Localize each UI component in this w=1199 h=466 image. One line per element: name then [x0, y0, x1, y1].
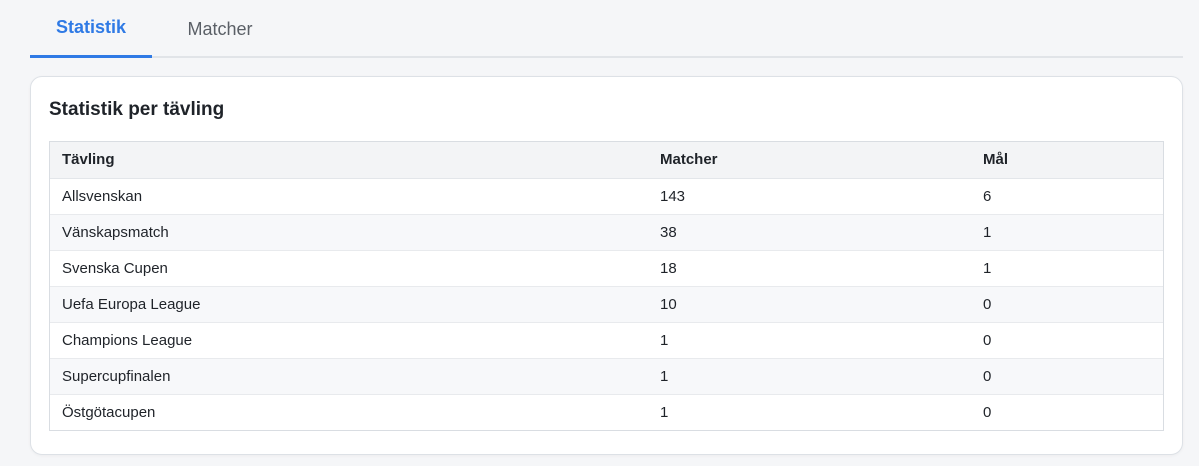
cell-matches: 143: [660, 187, 686, 205]
cell-goals: 0: [983, 403, 992, 421]
cell-matches: 18: [660, 259, 677, 277]
cell-competition: Svenska Cupen: [62, 259, 168, 277]
cell-competition: Vänskapsmatch: [62, 223, 169, 241]
cell-matches: 1: [660, 367, 669, 385]
cell-competition: Supercupfinalen: [62, 367, 171, 385]
cell-goals: 6: [983, 187, 992, 205]
table-row: Allsvenskan 143 6: [50, 178, 1163, 214]
header-matcher: Matcher: [648, 142, 971, 179]
page: Statistik Matcher Statistik per tävling …: [0, 0, 1199, 466]
cell-matches: 10: [660, 295, 677, 313]
table-header-row: Tävling Matcher Mål: [50, 142, 1163, 179]
cell-competition: Champions League: [62, 331, 193, 349]
statistics-card: Statistik per tävling Tävling Matcher Må…: [30, 76, 1183, 455]
table-row: Vänskapsmatch 38 1: [50, 214, 1163, 250]
tab-statistik[interactable]: Statistik: [30, 0, 152, 58]
table-row: Svenska Cupen 18 1: [50, 250, 1163, 286]
tab-bar: Statistik Matcher: [30, 0, 1183, 58]
cell-competition: Allsvenskan: [62, 187, 143, 205]
table-row: Champions League 1 0: [50, 322, 1163, 358]
cell-goals: 0: [983, 295, 992, 313]
cell-competition: Uefa Europa League: [62, 295, 201, 313]
cell-goals: 0: [983, 331, 992, 349]
cell-matches: 1: [660, 403, 669, 421]
table-row: Uefa Europa League 10 0: [50, 286, 1163, 322]
cell-matches: 1: [660, 331, 669, 349]
header-mal: Mål: [971, 142, 1163, 179]
cell-competition: Östgötacupen: [62, 403, 156, 421]
statistics-table: Tävling Matcher Mål Allsvenskan 143 6 Vä…: [50, 142, 1163, 430]
cell-goals: 0: [983, 367, 992, 385]
header-tavling: Tävling: [50, 142, 648, 179]
cell-goals: 1: [983, 259, 992, 277]
statistics-table-container: Tävling Matcher Mål Allsvenskan 143 6 Vä…: [49, 141, 1164, 431]
cell-matches: 38: [660, 223, 677, 241]
table-row: Supercupfinalen 1 0: [50, 358, 1163, 394]
cell-goals: 1: [983, 223, 992, 241]
tab-matcher[interactable]: Matcher: [152, 0, 288, 58]
table-row: Östgötacupen 1 0: [50, 394, 1163, 430]
card-title: Statistik per tävling: [49, 99, 225, 120]
